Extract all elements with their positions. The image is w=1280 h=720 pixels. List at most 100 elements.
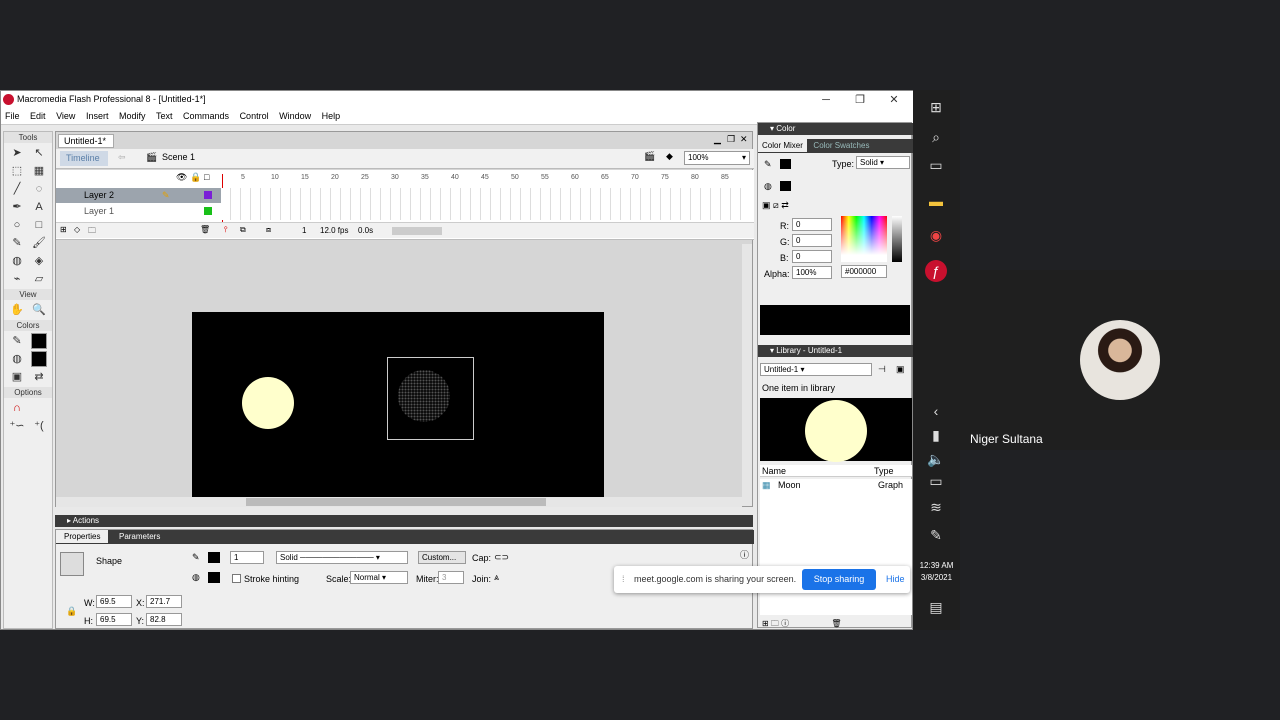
fill-color-swatch[interactable] xyxy=(780,181,791,191)
eye-icon[interactable]: 👁 xyxy=(176,172,187,183)
tab-parameters[interactable]: Parameters xyxy=(111,530,168,543)
join-select[interactable]: ⩓ xyxy=(494,572,499,583)
text-tool-icon[interactable]: A xyxy=(31,199,47,215)
lasso-tool-icon[interactable]: ◌ xyxy=(31,181,47,197)
edit-symbol-icon[interactable]: ◆ xyxy=(666,151,673,162)
help-icon[interactable]: ⓘ xyxy=(740,548,749,561)
pin-icon[interactable]: ⊣ xyxy=(878,364,886,375)
paint-bucket-icon[interactable]: ◈ xyxy=(31,253,47,269)
stop-sharing-button[interactable]: Stop sharing xyxy=(802,569,876,590)
actions-panel-bar[interactable]: ▸ Actions xyxy=(55,515,753,527)
notifications-icon[interactable]: ▤ xyxy=(925,596,947,618)
trash-icon[interactable]: 🗑 xyxy=(831,619,841,628)
stroke-style-select[interactable]: Solid ───────────── ▾ xyxy=(276,551,408,564)
search-icon[interactable]: ⌕ xyxy=(925,126,947,148)
library-panel-header[interactable]: ▾ Library - Untitled-1 xyxy=(758,345,913,357)
selected-moon-shape[interactable] xyxy=(398,370,450,422)
cap-select[interactable]: ⊂⊃ xyxy=(494,552,509,563)
task-view-icon[interactable]: ▭ xyxy=(925,154,947,176)
menu-text[interactable]: Text xyxy=(152,109,177,123)
miter-field[interactable]: 3 xyxy=(438,571,464,584)
library-item[interactable]: ▦ Moon Graph xyxy=(760,479,912,491)
fill-type-select[interactable]: Solid ▾ xyxy=(856,156,910,169)
hex-field[interactable]: #000000 xyxy=(841,265,887,278)
file-explorer-icon[interactable]: ▬ xyxy=(925,190,947,212)
fill-transform-icon[interactable]: ▦ xyxy=(31,163,47,179)
pen-icon[interactable]: ✎ xyxy=(925,524,947,546)
ink-bottle-icon[interactable]: ◍ xyxy=(9,253,25,269)
outline-icon[interactable]: □ xyxy=(204,172,209,182)
frame-grid[interactable] xyxy=(221,188,741,220)
stroke-color-swatch[interactable] xyxy=(208,552,220,563)
add-guide-icon[interactable]: ◇ xyxy=(74,225,80,234)
chevron-left-icon[interactable]: ‹ xyxy=(925,400,947,422)
scale-select[interactable]: Normal ▾ xyxy=(350,571,408,584)
pencil-tool-icon[interactable]: ✎ xyxy=(9,235,25,251)
lock-icon[interactable]: 🔒 xyxy=(190,172,201,183)
eyedropper-icon[interactable]: ⌁ xyxy=(9,271,25,287)
smooth-icon[interactable]: ⁺∽ xyxy=(9,418,25,434)
width-field[interactable]: 69.5 xyxy=(96,595,132,608)
edit-multiple-frames-icon[interactable]: ⧈ xyxy=(266,225,271,235)
menu-modify[interactable]: Modify xyxy=(115,109,150,123)
line-tool-icon[interactable]: ╱ xyxy=(9,181,25,197)
red-field[interactable]: 0 xyxy=(792,218,832,231)
oval-tool-icon[interactable]: ○ xyxy=(9,217,25,233)
doc-restore-icon[interactable]: ❐ xyxy=(727,134,735,145)
menu-help[interactable]: Help xyxy=(318,109,345,123)
tab-color-swatches[interactable]: Color Swatches xyxy=(809,139,873,152)
brightness-slider[interactable] xyxy=(892,216,902,262)
menu-window[interactable]: Window xyxy=(275,109,315,123)
col-type[interactable]: Type xyxy=(874,466,894,476)
layer-row-1[interactable]: Layer 1 xyxy=(56,204,221,219)
insert-layer-icon[interactable]: ⊞ xyxy=(60,225,67,234)
col-name[interactable]: Name xyxy=(762,466,786,476)
subselection-tool-icon[interactable]: ↖ xyxy=(31,145,47,161)
x-field[interactable]: 271.7 xyxy=(146,595,182,608)
horizontal-scrollbar[interactable] xyxy=(392,227,442,235)
vertical-scrollbar[interactable] xyxy=(742,244,752,506)
edit-scene-icon[interactable]: 🎬 xyxy=(644,151,655,162)
swap-colors-icon[interactable]: ⇄ xyxy=(31,369,47,385)
green-field[interactable]: 0 xyxy=(792,234,832,247)
alpha-field[interactable]: 100% xyxy=(792,266,832,279)
menu-commands[interactable]: Commands xyxy=(179,109,233,123)
tab-properties[interactable]: Properties xyxy=(56,530,109,543)
volume-icon[interactable]: 🔈 xyxy=(925,448,947,470)
menu-file[interactable]: File xyxy=(1,109,24,123)
flash-app-icon[interactable]: ƒ xyxy=(925,260,947,282)
stroke-size-field[interactable]: 1 xyxy=(230,551,264,564)
hand-tool-icon[interactable]: ✋ xyxy=(9,302,25,318)
menu-view[interactable]: View xyxy=(52,109,79,123)
network-icon[interactable]: ▭ xyxy=(925,470,947,492)
menu-control[interactable]: Control xyxy=(236,109,273,123)
library-document-select[interactable]: Untitled-1 ▾ xyxy=(760,363,872,376)
center-frame-icon[interactable]: ⫯ xyxy=(224,225,227,235)
custom-button[interactable]: Custom... xyxy=(418,551,466,564)
stroke-color-icon[interactable]: ✎ xyxy=(9,333,25,349)
stage[interactable] xyxy=(192,312,604,498)
free-transform-icon[interactable]: ⬚ xyxy=(9,163,25,179)
fill-color-icon[interactable]: ◍ xyxy=(9,351,25,367)
stage-horizontal-scrollbar[interactable] xyxy=(56,497,742,507)
lock-proportions-icon[interactable]: 🔒 xyxy=(66,606,77,617)
document-tab[interactable]: Untitled-1* xyxy=(58,134,114,148)
chrome-icon[interactable]: ◉ xyxy=(925,224,947,246)
snap-magnet-icon[interactable]: ∩ xyxy=(9,400,25,416)
selection-tool-icon[interactable]: ➤ xyxy=(9,145,25,161)
back-arrow-icon[interactable]: ⇦ xyxy=(118,152,126,163)
wifi-icon[interactable]: ≋ xyxy=(925,496,947,518)
eraser-icon[interactable]: ▱ xyxy=(31,271,47,287)
menu-insert[interactable]: Insert xyxy=(82,109,113,123)
fill-color-swatch[interactable] xyxy=(31,351,47,367)
height-field[interactable]: 69.5 xyxy=(96,613,132,626)
color-swap-icons[interactable]: ▣ ⧄ ⇄ xyxy=(762,200,789,211)
trash-icon[interactable]: 🗑 xyxy=(200,225,210,234)
stroke-color-swatch[interactable] xyxy=(780,159,791,169)
y-field[interactable]: 82.8 xyxy=(146,613,182,626)
hide-button[interactable]: Hide xyxy=(886,574,905,584)
zoom-tool-icon[interactable]: 🔍 xyxy=(31,302,47,318)
brush-tool-icon[interactable]: 🖌 xyxy=(31,235,47,251)
windows-start-icon[interactable]: ⊞ xyxy=(925,96,947,118)
new-library-panel-icon[interactable]: ▣ xyxy=(896,364,905,375)
